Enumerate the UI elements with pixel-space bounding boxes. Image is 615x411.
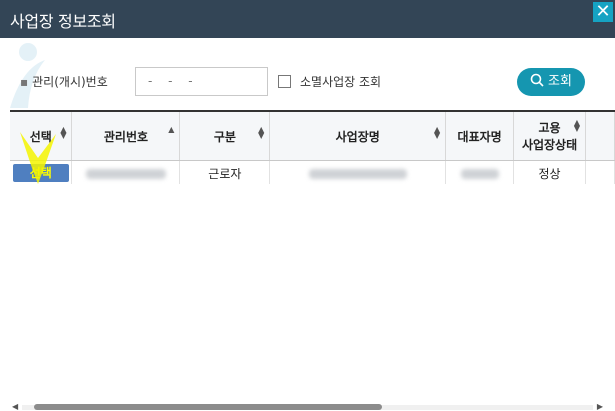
search-bar: ▪ 관리(개시)번호 - - - 소멸사업장 조회 조회 — [10, 64, 605, 100]
rep-cell-redacted — [445, 160, 515, 184]
sort-icon: ▲ ▼ — [573, 118, 580, 133]
name-cell-redacted — [269, 160, 447, 184]
workplace-table: 선택 ▲ ▼ 관리번호 ▲ 구분 ▲ ▼ 사업장명 ▲ ▼ 대표자명 고용 사업장상태 ▲ ▼ 선택… — [10, 110, 615, 184]
title-bar: 사업장 정보조회 ✕ — [0, 0, 615, 38]
col-select[interactable]: 선택 ▲ ▼ — [10, 110, 73, 161]
closed-workplace-checkbox[interactable] — [278, 75, 291, 88]
sort-asc-icon: ▲ — [168, 125, 175, 134]
status-cell: 정상 — [513, 160, 586, 184]
col-mgmt-no[interactable]: 관리번호 ▲ — [71, 110, 181, 161]
window-title: 사업장 정보조회 — [10, 12, 116, 31]
sort-icon: ▲ ▼ — [434, 125, 441, 140]
closed-workplace-label: 소멸사업장 조회 — [300, 75, 382, 89]
sort-icon: ▲ ▼ — [60, 125, 67, 140]
scroll-right-icon[interactable]: ▶ — [597, 402, 603, 411]
sort-icon: ▲ ▼ — [258, 125, 265, 140]
scroll-thumb[interactable] — [34, 404, 382, 410]
select-button[interactable]: 선택 — [12, 164, 69, 182]
search-icon — [530, 73, 544, 87]
col-name[interactable]: 사업장명 ▲ ▼ — [269, 110, 447, 161]
col-status[interactable]: 고용 사업장상태 ▲ ▼ — [513, 110, 586, 161]
col-more — [585, 110, 615, 161]
mgmt-no-label: ▪ 관리(개시)번호 — [20, 75, 108, 89]
mgmt-no-input[interactable]: - - - — [135, 67, 268, 96]
more-cell — [585, 160, 615, 184]
category-cell: 근로자 — [179, 160, 271, 184]
horizontal-scrollbar[interactable]: ◀ ▶ — [10, 402, 605, 411]
col-rep[interactable]: 대표자명 — [445, 110, 515, 161]
lookup-button[interactable]: 조회 — [517, 68, 585, 96]
mgmt-no-cell-redacted — [71, 160, 181, 184]
col-category[interactable]: 구분 ▲ ▼ — [179, 110, 271, 161]
bullet-icon: ▪ — [20, 75, 29, 89]
scroll-left-icon[interactable]: ◀ — [12, 402, 18, 411]
table-row[interactable]: 선택 근로자 정상 — [10, 160, 615, 184]
select-cell: 선택 — [10, 160, 73, 184]
close-icon[interactable]: ✕ — [593, 2, 613, 22]
